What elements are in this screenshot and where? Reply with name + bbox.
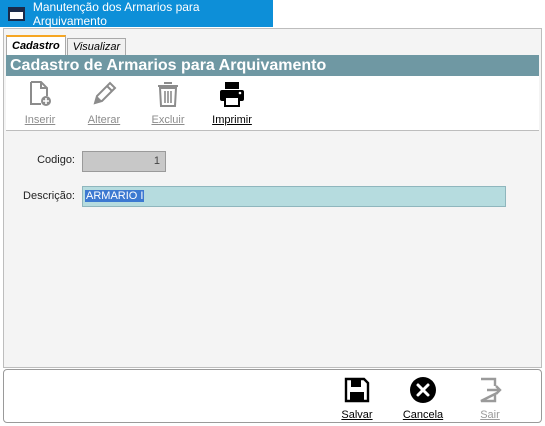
cancel-circle-icon — [410, 377, 436, 403]
imprimir-button[interactable]: Imprimir — [204, 80, 260, 126]
printer-icon — [220, 82, 244, 107]
toolbar: Inserir Alterar Excluir Imprimir — [6, 76, 539, 131]
trash-icon — [158, 82, 178, 107]
alterar-button[interactable]: Alterar — [76, 80, 132, 126]
main-frame: Cadastro Visualizar Cadastro de Armarios… — [3, 28, 542, 368]
window-titlebar[interactable]: Manutenção dos Armarios para Arquivament… — [0, 0, 273, 28]
descricao-field[interactable]: ARMARIO I — [82, 186, 506, 207]
codigo-field[interactable]: 1 — [82, 151, 166, 172]
window-title: Manutenção dos Armarios para Arquivament… — [32, 0, 200, 28]
cancela-label: Cancela — [402, 409, 444, 421]
sair-label: Sair — [480, 409, 500, 421]
codigo-label: Codigo: — [37, 154, 75, 166]
new-document-icon — [30, 81, 51, 106]
cancela-button[interactable]: Cancela — [401, 375, 445, 421]
window-icon — [8, 6, 25, 21]
inserir-button[interactable]: Inserir — [12, 80, 68, 126]
titlebar-blank-area — [273, 0, 545, 27]
imprimir-label: Imprimir — [212, 114, 252, 126]
section-title: Cadastro de Armarios para Arquivamento — [6, 55, 539, 76]
inserir-label: Inserir — [24, 114, 56, 126]
descricao-label: Descrição: — [23, 190, 75, 202]
action-bar: Salvar Cancela Sair — [3, 369, 542, 423]
floppy-disk-icon — [344, 377, 370, 403]
sair-button[interactable]: Sair — [468, 375, 512, 421]
tab-cadastro[interactable]: Cadastro — [6, 35, 66, 55]
excluir-button[interactable]: Excluir — [140, 80, 196, 126]
form-area: Codigo: 1 Descrição: ARMARIO I — [6, 132, 539, 366]
salvar-label: Salvar — [341, 409, 373, 421]
excluir-label: Excluir — [151, 114, 185, 126]
descricao-selected-text: ARMARIO I — [85, 190, 145, 202]
pencil-icon — [93, 81, 117, 105]
salvar-button[interactable]: Salvar — [335, 375, 379, 421]
exit-door-icon — [480, 377, 502, 403]
tab-visualizar[interactable]: Visualizar — [66, 38, 127, 55]
tab-strip: Cadastro Visualizar — [6, 35, 127, 55]
alterar-label: Alterar — [87, 114, 121, 126]
